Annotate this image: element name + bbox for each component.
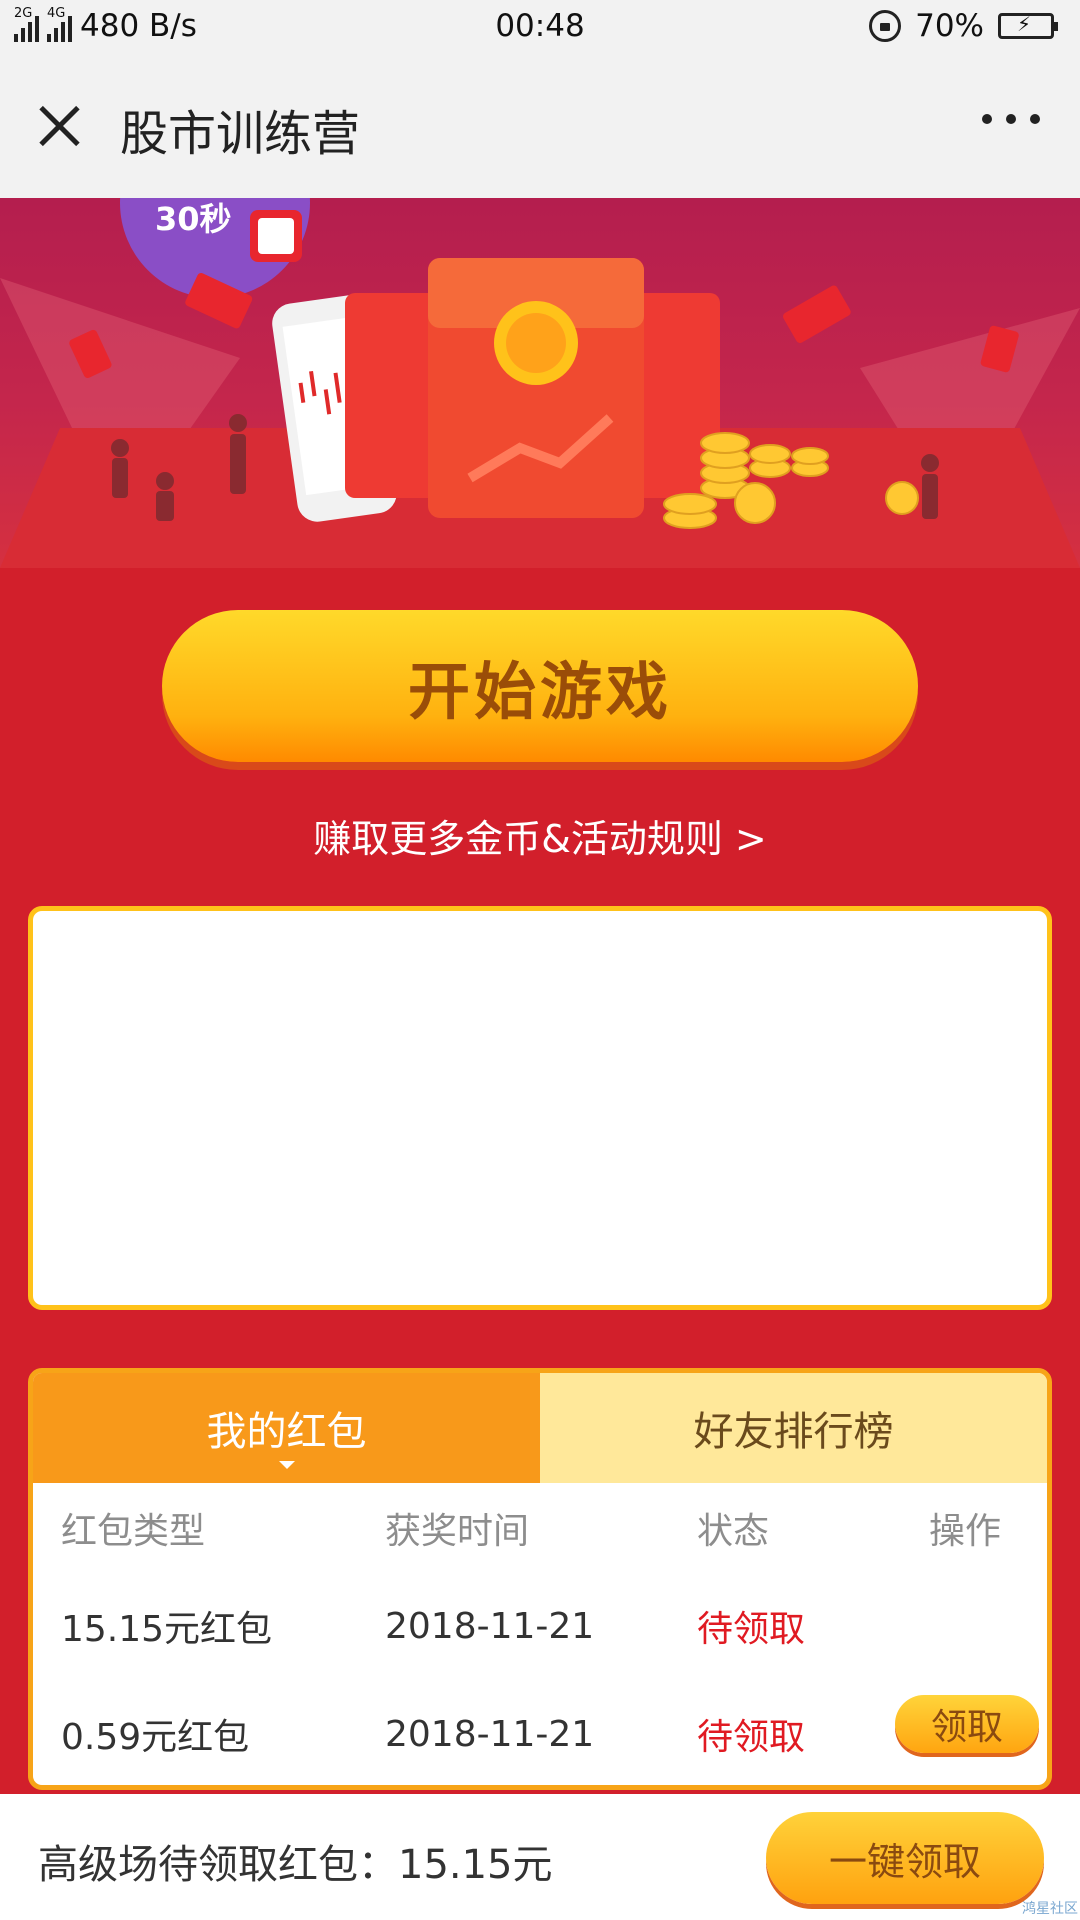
column-header-status: 状态 bbox=[697, 1511, 770, 1552]
battery-icon: ⚡ bbox=[998, 12, 1058, 39]
tab-my-red-packets[interactable]: 我的红包 bbox=[33, 1373, 540, 1483]
column-header-action: 操作 bbox=[929, 1511, 1002, 1552]
watermark: 鸿星社区 bbox=[1022, 1901, 1078, 1917]
table-row: 0.59元红包 2018-11-21 待领取 领取 bbox=[33, 1679, 1047, 1785]
packet-status: 待领取 bbox=[697, 1717, 806, 1758]
claim-all-button[interactable]: 一键领取 bbox=[766, 1812, 1044, 1904]
table-row: 15.15元红包 2018-11-21 待领取 bbox=[33, 1573, 1047, 1679]
packet-type: 15.15元红包 bbox=[61, 1609, 273, 1650]
table-header: 红包类型 获奖时间 状态 操作 bbox=[33, 1483, 1047, 1573]
tab-friend-ranking[interactable]: 好友排行榜 bbox=[540, 1373, 1047, 1483]
packet-date: 2018-11-21 bbox=[385, 1713, 595, 1755]
content-panel bbox=[28, 906, 1052, 1310]
title-bar: 股市训练营 bbox=[0, 56, 1080, 199]
claim-button[interactable]: 领取 bbox=[895, 1695, 1039, 1753]
status-bar: 2G 4G 480 B/s 00:48 70% ⚡ bbox=[0, 0, 1080, 56]
hero-banner: 30秒 bbox=[0, 198, 1080, 568]
column-header-time: 获奖时间 bbox=[385, 1511, 530, 1552]
more-menu-button[interactable] bbox=[982, 114, 1040, 124]
pending-packet-text: 高级场待领取红包：15.15元 bbox=[38, 1842, 553, 1888]
column-header-type: 红包类型 bbox=[61, 1511, 206, 1552]
charging-icon: ⚡ bbox=[1017, 12, 1032, 36]
page-title: 股市训练营 bbox=[120, 106, 361, 162]
close-button[interactable] bbox=[30, 96, 90, 156]
packet-date: 2018-11-21 bbox=[385, 1605, 595, 1647]
bottom-bar: 高级场待领取红包：15.15元 一键领取 鸿星社区 bbox=[0, 1794, 1080, 1920]
red-packet-card: 我的红包 好友排行榜 红包类型 获奖时间 状态 操作 15.15元红包 2018… bbox=[28, 1368, 1052, 1790]
rules-link[interactable]: 赚取更多金币&活动规则 > bbox=[0, 808, 1080, 863]
packet-status: 待领取 bbox=[697, 1609, 806, 1650]
battery-percent: 70% bbox=[915, 8, 984, 44]
packet-type: 0.59元红包 bbox=[61, 1717, 250, 1758]
rotation-lock-icon bbox=[869, 10, 902, 42]
banner-illustration bbox=[0, 210, 1080, 568]
start-game-button[interactable]: 开始游戏 bbox=[162, 610, 918, 762]
